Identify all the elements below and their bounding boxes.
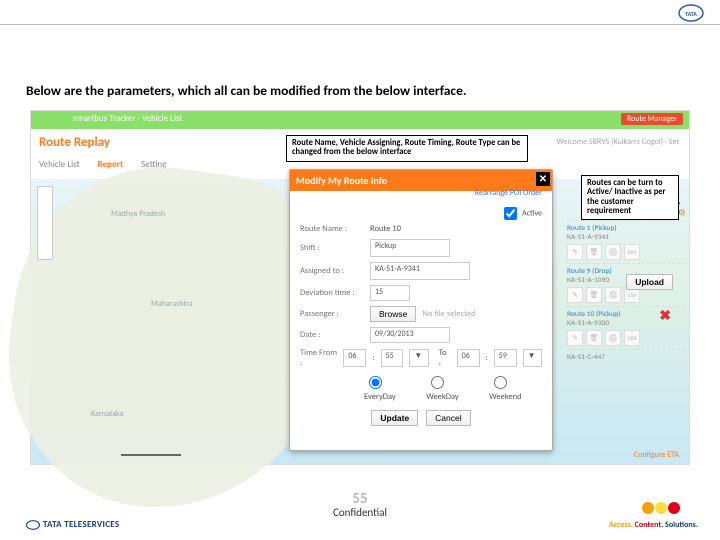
modal-title: Modify My Route Info [296,174,387,187]
annotation-top: Route Name, Vehicle Assigning, Route Tim… [286,135,528,162]
assigned-select[interactable]: KA-51-A-9341 [370,262,470,280]
tab-report[interactable]: Report [98,159,123,170]
time-from-m[interactable]: 55 [381,349,404,367]
configure-eta-link[interactable]: Configure ETA [634,450,679,460]
welcome-text: Welcome SBRVS (Kulkarni Gogoi) · Set [557,137,679,147]
deviation-input[interactable]: 15 [370,285,410,301]
time-from-h[interactable]: 06 [343,349,366,367]
page-heading: Below are the parameters, which all can … [26,82,466,99]
app-screenshot: smartbus Tracker · Vehicle List Route Ma… [30,110,690,465]
time-to-m[interactable]: 59 [494,349,517,367]
tata-logo: TATA [678,4,704,22]
tab-vehicle-list[interactable]: Vehicle List [39,159,80,170]
active-checkbox[interactable] [504,207,517,220]
edit-icon[interactable]: ✎ [567,244,583,260]
shift-select[interactable]: Pickup [370,239,450,257]
annotation-right: Routes can be turn to Active/ Inactive a… [581,175,679,220]
map-scale [121,454,181,456]
repeat-weekend[interactable] [494,376,507,389]
route-name-value: Route 10 [370,224,401,234]
svg-text:TATA: TATA [685,10,697,18]
tata-teleservices-logo: TATA TELESERVICES [26,519,119,530]
csv-icon[interactable]: csv [624,244,640,260]
repeat-everyday[interactable] [369,376,382,389]
delete-icon[interactable]: 🗑 [586,244,602,260]
upload-button[interactable]: Upload [626,274,673,290]
close-icon[interactable]: ✕ [536,172,550,186]
cancel-button[interactable]: Cancel [426,410,470,426]
print-icon[interactable]: 🖨 [605,244,621,260]
zoom-control[interactable] [37,186,53,260]
modify-route-modal: Modify My Route Info ✕ Rearrange POI Ord… [289,169,553,451]
browse-button[interactable]: Browse [370,306,416,322]
time-to-h[interactable]: 06 [457,349,480,367]
delete-icon[interactable]: ✖ [659,307,671,324]
time-from-p[interactable]: ▼ [409,349,428,367]
rearrange-poi-link[interactable]: Rearrange POI Order [475,188,542,198]
repeat-weekday[interactable] [431,376,444,389]
date-input[interactable]: 09/30/2013 [370,327,450,343]
page-title: Route Replay [39,135,110,150]
route-manager-badge[interactable]: Route Manager [621,113,683,125]
brand-left: smartbus Tracker · Vehicle List [73,113,182,124]
time-to-p[interactable]: ▼ [523,349,542,367]
update-button[interactable]: Update [371,410,418,426]
acs-tagline: Access. Content. Solutions. [609,520,698,530]
docomo-logo [642,502,680,514]
confidential-label: Confidential [0,506,720,519]
